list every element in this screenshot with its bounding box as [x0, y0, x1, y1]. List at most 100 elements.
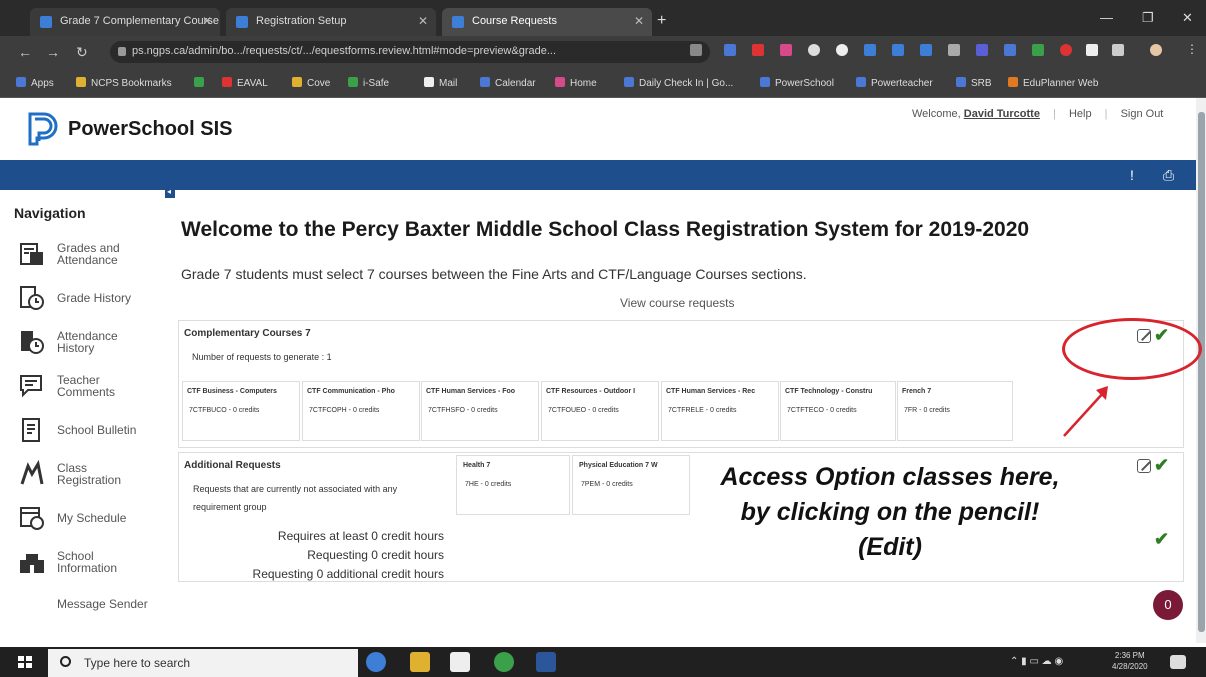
edit-pencil-icon[interactable] [1137, 459, 1151, 473]
course-card[interactable]: CTF Communication - Pho 7CTFCOPH - 0 cred… [302, 381, 420, 441]
star-icon[interactable] [690, 44, 702, 56]
address-bar[interactable]: ps.ngps.ca/admin/bo.../requests/ct/.../e… [110, 41, 710, 63]
nav-item-teacher-comments[interactable]: Teacher Comments [18, 370, 163, 404]
extension-icon[interactable] [724, 44, 736, 56]
extension-icon[interactable] [976, 44, 988, 56]
back-icon[interactable]: ← [18, 44, 32, 60]
section-title: Complementary Courses 7 [184, 328, 311, 339]
user-name[interactable]: David Turcotte [964, 108, 1040, 120]
extension-icon[interactable] [1004, 44, 1016, 56]
bookmark-icon [292, 77, 302, 87]
new-tab-icon[interactable]: + [657, 12, 666, 30]
extension-icon[interactable] [780, 44, 792, 56]
extension-icon[interactable] [948, 44, 960, 56]
minimize-icon[interactable]: — [1100, 10, 1113, 25]
alert-icon[interactable]: ! [1130, 167, 1134, 183]
annotation-circle [1062, 318, 1202, 380]
course-name: Physical Education 7 W [579, 462, 658, 469]
extension-icon[interactable] [1032, 44, 1044, 56]
nav-item-grades-attendance[interactable]: Grades and Attendance [18, 238, 163, 272]
close-icon[interactable]: ✕ [418, 14, 428, 28]
close-window-icon[interactable]: ✕ [1182, 10, 1193, 26]
extension-icon[interactable] [1086, 44, 1098, 56]
browser-tab[interactable]: Grade 7 Complementary Course ✕ [30, 8, 220, 36]
taskbar-search[interactable]: Type here to search [48, 649, 358, 677]
nav-item-message-sender[interactable]: Message Sender [18, 594, 163, 628]
bookmark-item[interactable]: Apps [16, 77, 54, 89]
nav-item-my-schedule[interactable]: My Schedule [18, 502, 163, 536]
help-link[interactable]: Help [1069, 108, 1092, 120]
close-icon[interactable]: ✕ [202, 14, 212, 28]
course-card[interactable]: French 7 7FR - 0 credits [897, 381, 1013, 441]
nav-item-class-registration[interactable]: Class Registration [18, 458, 163, 492]
user-bar: Welcome, David Turcotte | Help | Sign Ou… [912, 108, 1163, 120]
brand-title[interactable]: PowerSchool SIS [68, 118, 232, 141]
bookmark-item[interactable]: EAVAL [222, 77, 268, 89]
browser-tab[interactable]: Registration Setup ✕ [226, 8, 436, 36]
extension-icon[interactable] [920, 44, 932, 56]
view-course-requests-link[interactable]: View course requests [620, 296, 735, 310]
extension-icon[interactable] [808, 44, 820, 56]
bookmark-item[interactable]: Mail [424, 77, 457, 89]
course-card[interactable]: Health 7 7HE - 0 credits [456, 455, 570, 515]
system-tray[interactable]: ⌃ ▮ ▭ ☁ ◉ [1010, 656, 1063, 667]
registration-icon [20, 460, 44, 485]
file-explorer-icon[interactable] [410, 652, 430, 672]
edge-icon[interactable] [366, 652, 386, 672]
bookmark-item[interactable]: Calendar [480, 77, 536, 89]
windows-start-icon[interactable] [18, 656, 32, 668]
nav-item-school-bulletin[interactable]: School Bulletin [18, 414, 163, 448]
notification-badge[interactable]: 0 [1153, 590, 1183, 620]
bookmark-icon [624, 77, 634, 87]
bookmark-item[interactable]: EduPlanner Web [1008, 77, 1098, 89]
nav-item-attendance-history[interactable]: Attendance History [18, 326, 163, 360]
print-icon[interactable]: ⎙ [1163, 167, 1174, 184]
bookmark-item[interactable]: Powerteacher [856, 77, 933, 89]
bookmark-item[interactable]: SRB [956, 77, 992, 89]
extension-icon[interactable] [752, 44, 764, 56]
extension-icon[interactable] [1112, 44, 1124, 56]
restore-icon[interactable]: ❐ [1142, 10, 1154, 26]
navigation-title: Navigation [14, 205, 86, 221]
close-icon[interactable]: ✕ [634, 14, 644, 28]
requests-to-generate: Number of requests to generate : 1 [192, 352, 332, 362]
nav-item-grade-history[interactable]: Grade History [18, 282, 163, 316]
notifications-icon[interactable] [1170, 655, 1186, 669]
forward-icon[interactable]: → [46, 44, 60, 60]
bookmark-item[interactable]: PowerSchool [760, 77, 834, 89]
chrome-icon[interactable] [494, 652, 514, 672]
course-card[interactable]: CTF Business - Computers 7CTFBUCO - 0 cre… [182, 381, 300, 441]
course-card[interactable]: CTF Human Services - Rec 7CTFRELE - 0 cre… [661, 381, 779, 441]
tab-title: Registration Setup [256, 15, 347, 27]
bookmark-item[interactable] [194, 77, 209, 89]
extension-icon[interactable] [1060, 44, 1072, 56]
bookmark-item[interactable]: Cove [292, 77, 330, 89]
course-card[interactable]: CTF Human Services - Foo 7CTFHSFO - 0 cre… [421, 381, 539, 441]
check-icon: ✔ [1154, 529, 1170, 549]
tab-favicon-icon [40, 16, 52, 28]
menu-dots-icon[interactable]: ⋮ [1186, 42, 1198, 56]
course-card[interactable]: CTF Resources - Outdoor I 7CTFOUEO - 0 cr… [541, 381, 659, 441]
sign-out-link[interactable]: Sign Out [1121, 108, 1164, 120]
extension-icon[interactable] [864, 44, 876, 56]
bookmark-item[interactable]: Daily Check In | Go... [624, 77, 733, 89]
annotation-line: by clicking on the pencil! [740, 498, 1040, 526]
bookmark-item[interactable]: Home [555, 77, 597, 89]
bookmark-item[interactable]: i-Safe [348, 77, 389, 89]
extension-icon[interactable] [892, 44, 904, 56]
course-card[interactable]: CTF Technology - Constru 7CTFTECO - 0 cre… [780, 381, 896, 441]
extension-icon[interactable] [836, 44, 848, 56]
bookmark-item[interactable]: NCPS Bookmarks [76, 77, 172, 89]
bookmark-label: EduPlanner Web [1023, 78, 1099, 89]
browser-tab-active[interactable]: Course Requests ✕ [442, 8, 652, 36]
profile-avatar[interactable] [1150, 44, 1162, 56]
nav-item-school-information[interactable]: School Information [18, 546, 163, 580]
annotation-line: Access Option classes here, [720, 463, 1060, 491]
store-icon[interactable] [450, 652, 470, 672]
taskbar-clock[interactable]: 2:36 PM 4/28/2020 [1112, 650, 1148, 672]
reload-icon[interactable]: ↻ [76, 44, 88, 61]
word-icon[interactable] [536, 652, 556, 672]
clock-date: 4/28/2020 [1112, 662, 1148, 671]
nav-item-label: Attendance History [57, 329, 118, 355]
scrollbar-thumb[interactable] [1198, 112, 1205, 632]
